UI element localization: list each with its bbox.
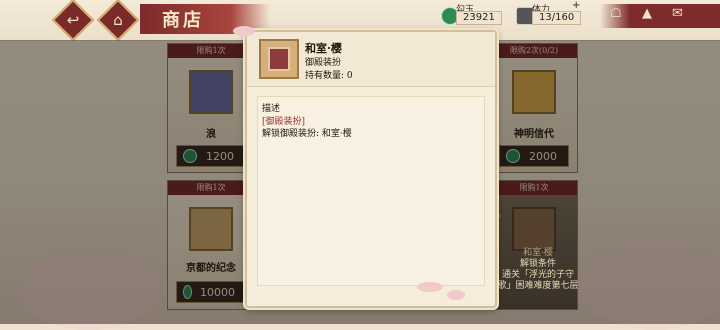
popup-header: 和室·樱 御殿装扮 持有数量: 0 [247, 32, 495, 87]
up-arrow-icon[interactable]: ▲ [642, 6, 652, 21]
item-title: 和室·樱 [305, 42, 342, 55]
description-text: 解锁御殿装扮: 和室·樱 [262, 129, 352, 139]
house-icon: ⌂ [113, 11, 123, 29]
stamina-value: 13/160 [532, 11, 582, 25]
friends-icon[interactable]: ☖ [610, 6, 622, 21]
item-count: 持有数量: 0 [305, 71, 353, 81]
jade-value: 23921 [456, 11, 502, 25]
item-icon-image [268, 47, 290, 71]
unlock-text: 通关「浮光的子守歌」困难难度第七层 [497, 270, 579, 291]
description-label: 描述 [262, 104, 281, 114]
unlock-info: 和室·樱 解锁条件 通关「浮光的子守歌」困难难度第七层 [497, 236, 579, 304]
item-icon [259, 39, 299, 79]
unlock-title: 解锁条件 [519, 259, 556, 269]
back-arrow-icon: ↩ [66, 11, 80, 29]
unlock-name: 和室·樱 [523, 248, 553, 258]
description-box: 描述 [御殿装扮] 解锁御殿装扮: 和室·樱 [257, 96, 485, 286]
sakura-decoration [447, 290, 465, 300]
mail-icon[interactable]: ✉ [672, 6, 683, 21]
item-detail-popup: 和室·樱 御殿装扮 持有数量: 0 描述 [御殿装扮] 解锁御殿装扮: 和室·樱 [233, 26, 497, 308]
sakura-decoration [233, 26, 255, 36]
stamina-add-button[interactable]: + [572, 0, 580, 11]
item-subtitle: 御殿装扮 [305, 58, 342, 68]
sakura-decoration [417, 282, 443, 292]
